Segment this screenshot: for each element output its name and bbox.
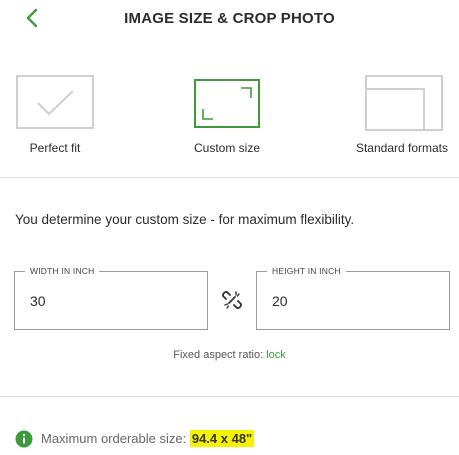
option-label: Custom size: [193, 141, 261, 155]
option-label: Perfect fit: [29, 141, 81, 155]
info-icon: [15, 430, 33, 448]
intro-text: You determine your custom size - for max…: [15, 212, 355, 227]
header: IMAGE SIZE & CROP PHOTO: [0, 0, 459, 38]
lock-aspect-link[interactable]: lock: [266, 349, 286, 361]
crop-corners-icon: [194, 79, 260, 128]
height-field[interactable]: HEIGHT IN INCH: [256, 266, 450, 330]
option-custom-size[interactable]: Custom size: [152, 70, 302, 165]
aspect-ratio-line: Fixed aspect ratio: lock: [0, 349, 459, 361]
unlinked-chain-icon[interactable]: [221, 289, 243, 311]
max-size-label: Maximum orderable size:: [41, 431, 187, 446]
stacked-formats-icon: [365, 75, 443, 131]
divider: [0, 396, 459, 397]
width-label: WIDTH IN INCH: [25, 266, 100, 276]
height-label: HEIGHT IN INCH: [267, 266, 346, 276]
option-label: Standard formats: [355, 141, 449, 155]
width-field[interactable]: WIDTH IN INCH: [14, 266, 208, 330]
aspect-ratio-label: Fixed aspect ratio:: [173, 349, 264, 361]
max-size-value: 94.4 x 48": [189, 430, 255, 447]
page-title: IMAGE SIZE & CROP PHOTO: [124, 10, 335, 27]
divider: [0, 177, 459, 178]
option-standard-formats[interactable]: Standard formats: [327, 70, 459, 165]
height-input[interactable]: [272, 293, 422, 309]
max-size-text: Maximum orderable size: 94.4 x 48": [41, 430, 255, 447]
option-perfect-fit[interactable]: Perfect fit: [0, 70, 130, 165]
checkmark-frame-icon: [16, 75, 94, 129]
size-options: Perfect fit Custom size Standard formats: [0, 70, 459, 165]
width-input[interactable]: [30, 293, 180, 309]
